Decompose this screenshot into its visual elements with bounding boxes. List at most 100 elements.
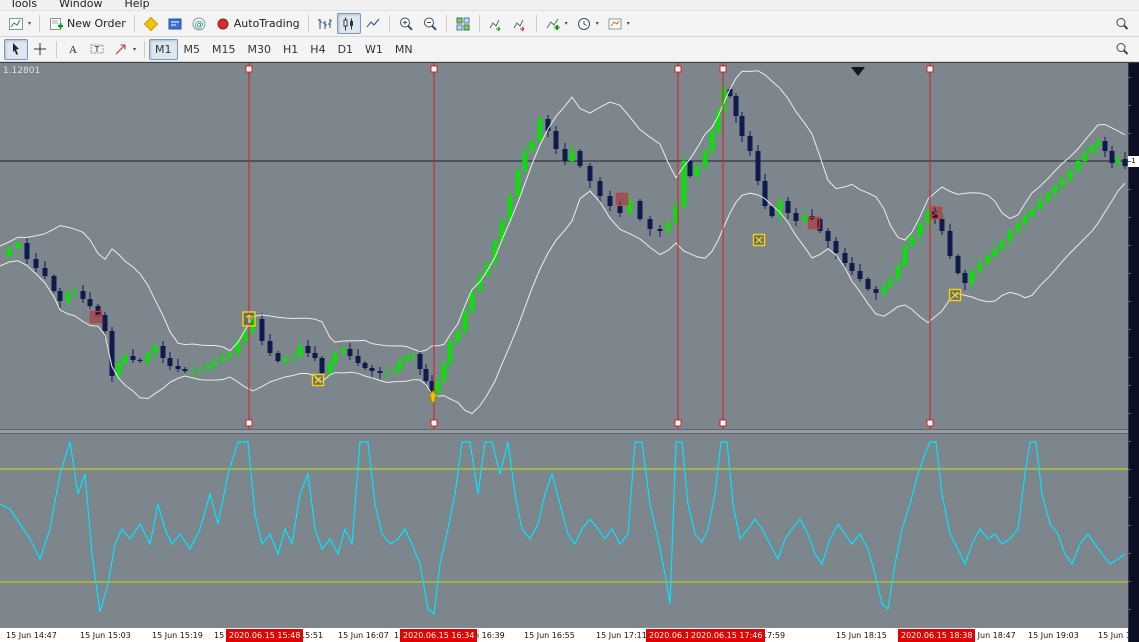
candle-body — [999, 241, 1005, 249]
text-button[interactable]: A — [61, 39, 85, 60]
price-tick — [1128, 609, 1131, 610]
indicator-panel[interactable] — [0, 434, 1128, 627]
vertical-line-object[interactable] — [926, 63, 934, 429]
metaeditor-button[interactable] — [139, 13, 163, 34]
bollinger-upper-band — [0, 70, 1126, 353]
text-label-button[interactable]: T — [85, 39, 109, 60]
zoom-in-button[interactable] — [394, 13, 418, 34]
signal-yellow-x-marker[interactable] — [752, 233, 766, 247]
search-button[interactable] — [1110, 13, 1134, 34]
candle-body — [455, 331, 461, 341]
signal-red-x-marker[interactable] — [807, 216, 821, 230]
candlestick-chart-button[interactable] — [336, 13, 361, 34]
vertical-line-object[interactable] — [719, 63, 727, 429]
search-button-2[interactable] — [1110, 39, 1134, 60]
candle-body — [902, 246, 908, 266]
vertical-line-object[interactable] — [245, 63, 253, 429]
candle-body — [355, 356, 361, 363]
arrow-icon — [115, 44, 126, 55]
candle-body — [1102, 141, 1108, 151]
time-label: 15 Jun 15:03 — [80, 631, 131, 640]
periods-button[interactable]: ▾ — [572, 13, 603, 34]
candle-body — [190, 370, 196, 371]
candle-body — [130, 356, 136, 360]
selection-handle[interactable] — [430, 65, 438, 73]
signal-red-x-marker[interactable] — [929, 206, 943, 220]
selection-handle[interactable] — [674, 65, 682, 73]
chart-shift-button[interactable] — [508, 13, 532, 34]
shift-icon — [513, 19, 525, 31]
auto-scroll-button[interactable] — [484, 13, 508, 34]
candle-body — [709, 131, 715, 151]
bar-chart-button[interactable] — [313, 13, 337, 34]
cursor-button[interactable] — [4, 38, 28, 60]
signal-yellow-x-marker[interactable] — [948, 288, 962, 302]
autoscroll-icon — [489, 19, 501, 31]
menu-item-tools[interactable]: Tools — [10, 0, 37, 10]
vertical-line-object[interactable] — [674, 63, 682, 429]
timeframe-h4[interactable]: H4 — [304, 39, 331, 60]
candle-body — [607, 196, 613, 206]
main-chart[interactable] — [0, 63, 1128, 429]
templates-button[interactable]: ▾ — [603, 13, 634, 34]
candle-body — [627, 201, 633, 213]
timeframe-h1[interactable]: H1 — [277, 39, 304, 60]
candle-body — [887, 279, 893, 286]
vertical-line-object[interactable] — [430, 63, 438, 429]
signal-red-x-marker[interactable] — [89, 310, 103, 324]
zoom-out-button[interactable] — [418, 13, 442, 34]
tile-windows-button[interactable] — [451, 13, 475, 34]
price-tick — [1128, 217, 1131, 218]
selection-handle[interactable] — [719, 419, 727, 427]
timeframe-w1[interactable]: W1 — [359, 39, 389, 60]
selection-handle[interactable] — [926, 65, 934, 73]
selection-handle[interactable] — [674, 419, 682, 427]
signal-red-x-marker[interactable] — [615, 192, 629, 206]
indicators-button[interactable]: ▾ — [541, 13, 572, 34]
time-axis[interactable]: 15 Jun 14:47 15 Jun 15:03 15 Jun 15:19 15 20… — [0, 627, 1128, 642]
time-label-vline: 2020.06.1 — [646, 629, 693, 642]
new-order-button[interactable]: New Order — [44, 13, 130, 34]
cursor-icon — [13, 43, 19, 55]
zoom-out-icon — [423, 17, 437, 30]
candle-body — [947, 231, 953, 256]
timeframe-m30[interactable]: M30 — [242, 39, 278, 60]
timeframe-d1[interactable]: D1 — [332, 39, 359, 60]
timeframe-m5[interactable]: M5 — [178, 39, 207, 60]
selection-handle[interactable] — [245, 65, 253, 73]
price-tick — [1128, 441, 1131, 442]
timeframe-m15[interactable]: M15 — [206, 39, 242, 60]
strategy-tester-button[interactable]: @ — [187, 13, 211, 34]
timeframe-m1[interactable]: M1 — [149, 38, 178, 60]
selection-handle[interactable] — [430, 419, 438, 427]
candle-body — [435, 381, 441, 393]
selection-handle[interactable] — [926, 419, 934, 427]
selection-handle[interactable] — [245, 419, 253, 427]
candle-body — [297, 346, 303, 356]
candle-body — [377, 371, 383, 373]
menu-item-help[interactable]: Help — [124, 0, 149, 10]
menu-item-window[interactable]: Window — [59, 0, 102, 10]
selection-handle[interactable] — [719, 65, 727, 73]
toolbar-separator — [445, 15, 447, 32]
candle-body — [441, 363, 447, 381]
arrows-button[interactable]: ▾ — [109, 39, 140, 60]
timeframe-m5-label: M5 — [183, 42, 201, 56]
candle-body — [1007, 231, 1013, 241]
price-axis[interactable]: 1 — [1128, 63, 1139, 642]
timeframe-w1-label: W1 — [365, 42, 383, 56]
triangle-marker[interactable] — [851, 67, 865, 76]
candle-body — [397, 361, 403, 370]
time-label: 15 Jun 18:15 — [836, 631, 887, 640]
line-chart-button[interactable] — [361, 13, 385, 34]
candle-body — [1037, 201, 1043, 209]
timeframe-mn[interactable]: MN — [389, 39, 419, 60]
autotrading-button[interactable]: AutoTrading — [211, 13, 304, 34]
candle-body — [1075, 161, 1081, 171]
signal-yellow-x-marker[interactable] — [311, 373, 325, 387]
terminal-button[interactable] — [163, 13, 187, 34]
crosshair-button[interactable] — [28, 39, 52, 60]
signal-arrow-box-marker[interactable] — [242, 311, 256, 327]
candle-body — [895, 266, 901, 279]
new-chart-button[interactable]: ▾ — [4, 13, 35, 34]
